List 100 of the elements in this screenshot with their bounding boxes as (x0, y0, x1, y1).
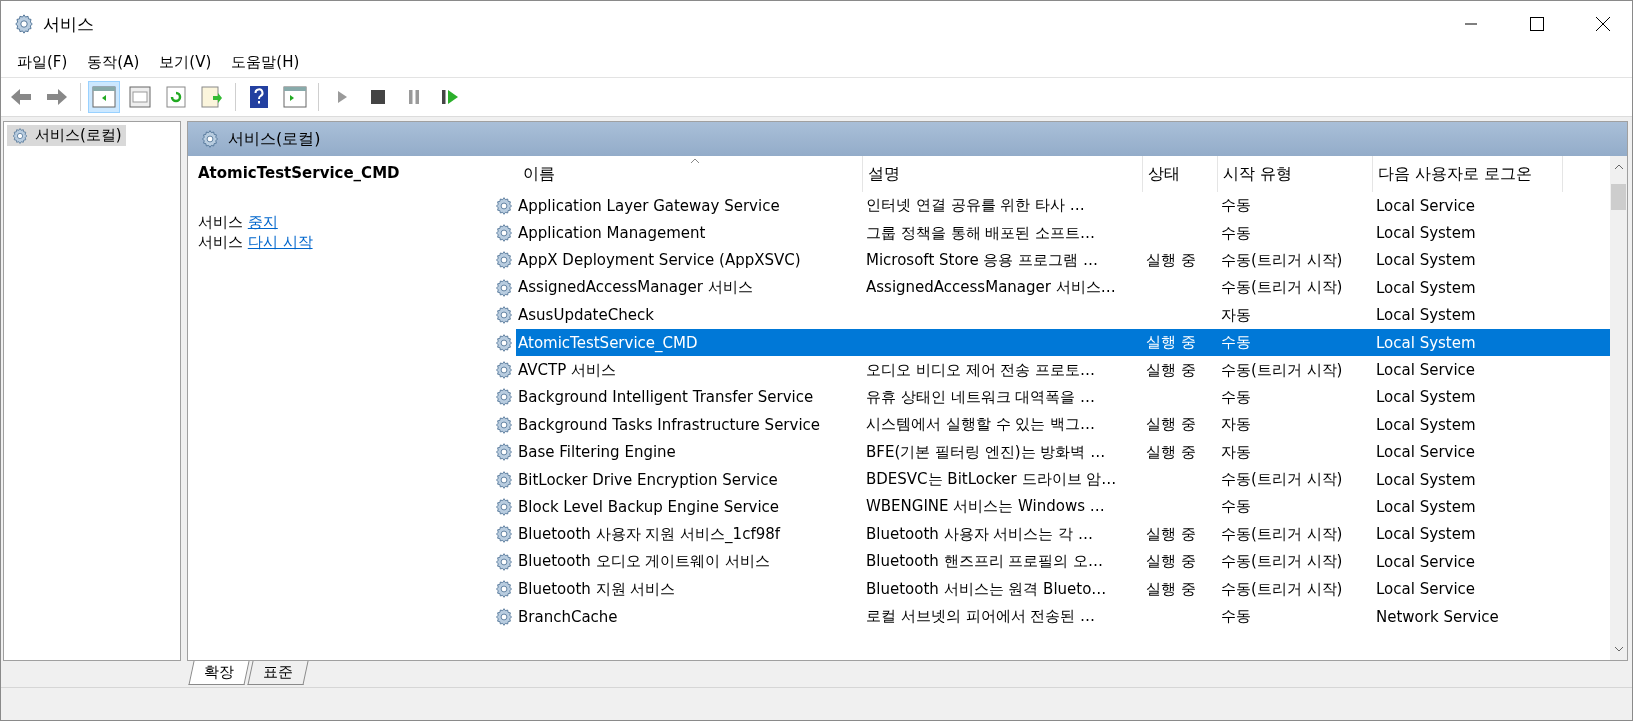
refresh-icon (166, 86, 186, 108)
view-tab[interactable]: 표준 (247, 661, 309, 685)
table-cell: BFE(기본 필터링 엔진)는 방화벽 … (866, 442, 1106, 461)
tree-item[interactable]: 서비스(로컬) (7, 125, 126, 146)
export-list-icon (201, 86, 223, 108)
table-cell: Background Tasks Infrastructure Service (518, 415, 821, 434)
table-row[interactable]: AssignedAccessManager 서비스 AssignedAccessManager 서비스… 수동(트리거 시작) Local System (516, 274, 1610, 302)
table-cell: 실행 중 (1146, 552, 1196, 571)
column-header[interactable]: 설명 (863, 156, 1143, 192)
table-row[interactable]: Application Management 그룹 정책을 통해 배포된 소프트… 수동 Local System (516, 219, 1610, 247)
table-row[interactable]: AVCTP 서비스 오디오 비디오 제어 전송 프로토… 실행 중 수동(트리거 시작) Local Service (516, 356, 1610, 384)
table-row[interactable]: AppX Deployment Service (AppXSVC) Microsoft Store 응용 프로그램 … 실행 중 수동(트리거 시작) Local System (516, 246, 1610, 275)
table-cell: 그룹 정책을 통해 배포된 소프트… (866, 223, 1096, 242)
table-cell: Base Filtering Engine (518, 443, 676, 462)
gear-icon (494, 387, 514, 408)
menu-item[interactable]: 동작(A) (77, 50, 150, 74)
table-cell: 수동 (1221, 333, 1251, 352)
table-cell: Bluetooth 지원 서비스 (518, 579, 676, 599)
table-row[interactable]: Block Level Backup Engine Service WBENGINE 서비스는 Windows … 수동 Local System (516, 493, 1610, 521)
gear-icon (494, 332, 514, 353)
table-cell: 실행 중 (1146, 442, 1196, 461)
table-row[interactable]: BitLocker Drive Encryption Service BDESVC는 BitLocker 드라이브 암… 수동(트리거 시작) Local System (516, 465, 1610, 494)
table-cell: WBENGINE 서비스는 Windows … (866, 497, 1105, 516)
table-cell: Microsoft Store 응용 프로그램 … (866, 250, 1098, 269)
table-row[interactable]: Bluetooth 지원 서비스 Bluetooth 서비스는 원격 Blueto… 실행 중 수동(트리거 시작) Local Service (516, 575, 1610, 603)
column-header[interactable]: 다음 사용자로 로그온 (1373, 156, 1563, 192)
table-cell: Network Service (1376, 607, 1499, 626)
table-cell: Local System (1376, 333, 1476, 352)
table-cell: 오디오 비디오 제어 전송 프로토… (866, 360, 1096, 379)
table-row[interactable]: Background Tasks Infrastructure Service 시스템에서 실행할 수 있는 백그… 실행 중 자동 Local System (516, 411, 1610, 439)
table-cell: 수동 (1221, 196, 1251, 215)
table-cell: BranchCache (518, 607, 618, 626)
action-link[interactable]: 다시 시작 (247, 233, 313, 251)
gear-icon (494, 524, 514, 545)
pause-icon (407, 89, 421, 105)
gear-icon (494, 305, 514, 326)
table-cell: BDESVC는 BitLocker 드라이브 암… (866, 470, 1117, 489)
pane-title: 서비스(로컬) (228, 128, 321, 150)
table-cell: 수동(트리거 시작) (1221, 524, 1343, 543)
table-cell: Local Service (1376, 361, 1476, 380)
table-cell: 자동 (1221, 442, 1251, 461)
column-header[interactable]: 이름 (518, 156, 863, 192)
table-cell: BitLocker Drive Encryption Service (518, 470, 778, 489)
table-row[interactable]: BranchCache 로컬 서브넷의 피어에서 전송된 … 수동 Network Service (516, 602, 1610, 631)
menu-item[interactable]: 보기(V) (149, 50, 222, 74)
table-cell: 인터넷 연결 공유를 위한 타사 … (866, 196, 1085, 215)
gear-icon (11, 126, 29, 145)
table-cell: Local System (1376, 251, 1476, 270)
table-row[interactable]: AsusUpdateCheck 자동 Local System (516, 301, 1610, 329)
table-row[interactable]: Application Layer Gateway Service 인터넷 연결 공유를 위한 타사 … 수동 Local Service (516, 192, 1610, 220)
menu-item[interactable]: 도움말(H) (221, 50, 310, 74)
scrollbar[interactable] (1610, 156, 1627, 660)
table-cell: 로컬 서브넷의 피어에서 전송된 … (866, 607, 1096, 626)
table-cell: 수동 (1221, 387, 1251, 406)
gear-icon (13, 13, 35, 35)
gear-icon (494, 579, 514, 600)
column-header[interactable]: 상태 (1143, 156, 1218, 192)
table-cell: AppX Deployment Service (AppXSVC) (518, 251, 801, 270)
table-row[interactable]: Bluetooth 오디오 게이트웨이 서비스 Bluetooth 핸즈프리 프로필의 오… 실행 중 수동(트리거 시작) Local Service (516, 548, 1610, 576)
maximize-icon (1530, 17, 1544, 31)
table-cell: 수동(트리거 시작) (1221, 552, 1343, 571)
table-cell: Local Service (1376, 443, 1476, 462)
play-icon (335, 89, 349, 105)
table-cell: Local System (1376, 306, 1476, 325)
table-cell: 수동(트리거 시작) (1221, 360, 1343, 379)
table-cell: 실행 중 (1146, 579, 1196, 598)
gear-icon (494, 223, 514, 244)
table-cell: Bluetooth 사용자 지원 서비스_1cf98f (518, 524, 781, 544)
table-cell: 수동 (1221, 497, 1251, 516)
table-row[interactable]: Base Filtering Engine BFE(기본 필터링 엔진)는 방화벽 … 실행 중 자동 Local Service (516, 438, 1610, 466)
view-tab[interactable]: 확장 (188, 661, 250, 685)
window-icon (129, 86, 151, 108)
gear-icon (494, 442, 514, 463)
table-row[interactable]: Background Intelligent Transfer Service 유휴 상태인 네트워크 대역폭을 … 수동 Local System (516, 383, 1610, 412)
table-cell: Bluetooth 핸즈프리 프로필의 오… (866, 552, 1104, 571)
table-cell: AssignedAccessManager 서비스 (518, 278, 753, 298)
table-cell: Bluetooth 오디오 게이트웨이 서비스 (518, 552, 771, 572)
service-action: 서비스 다시 시작 (198, 232, 314, 252)
table-cell: 수동 (1221, 223, 1251, 242)
action-link[interactable]: 중지 (247, 213, 278, 231)
table-cell: 실행 중 (1146, 250, 1196, 269)
table-cell: Local System (1376, 415, 1476, 434)
stop-icon (370, 89, 386, 105)
table-cell: AtomicTestService_CMD (518, 333, 698, 352)
table-cell: 수동(트리거 시작) (1221, 250, 1343, 269)
table-cell: Local System (1376, 498, 1476, 516)
menu-item[interactable]: 파일(F) (7, 50, 78, 74)
table-cell: Application Management (518, 224, 706, 243)
gear-icon (494, 277, 514, 298)
scroll-thumb[interactable] (1611, 184, 1626, 210)
table-cell: 실행 중 (1146, 524, 1196, 543)
window-title: 서비스 (43, 12, 95, 36)
table-cell: Local System (1376, 278, 1476, 297)
gear-icon (200, 129, 220, 149)
forward-arrow-icon (45, 87, 69, 107)
table-cell: Local System (1376, 525, 1476, 544)
table-row[interactable]: Bluetooth 사용자 지원 서비스_1cf98f Bluetooth 사용자 서비스는 각 … 실행 중 수동(트리거 시작) Local System (516, 520, 1610, 549)
column-header[interactable]: 시작 유형 (1218, 156, 1373, 192)
table-cell: Local Service (1376, 552, 1476, 571)
table-cell: 실행 중 (1146, 333, 1196, 352)
